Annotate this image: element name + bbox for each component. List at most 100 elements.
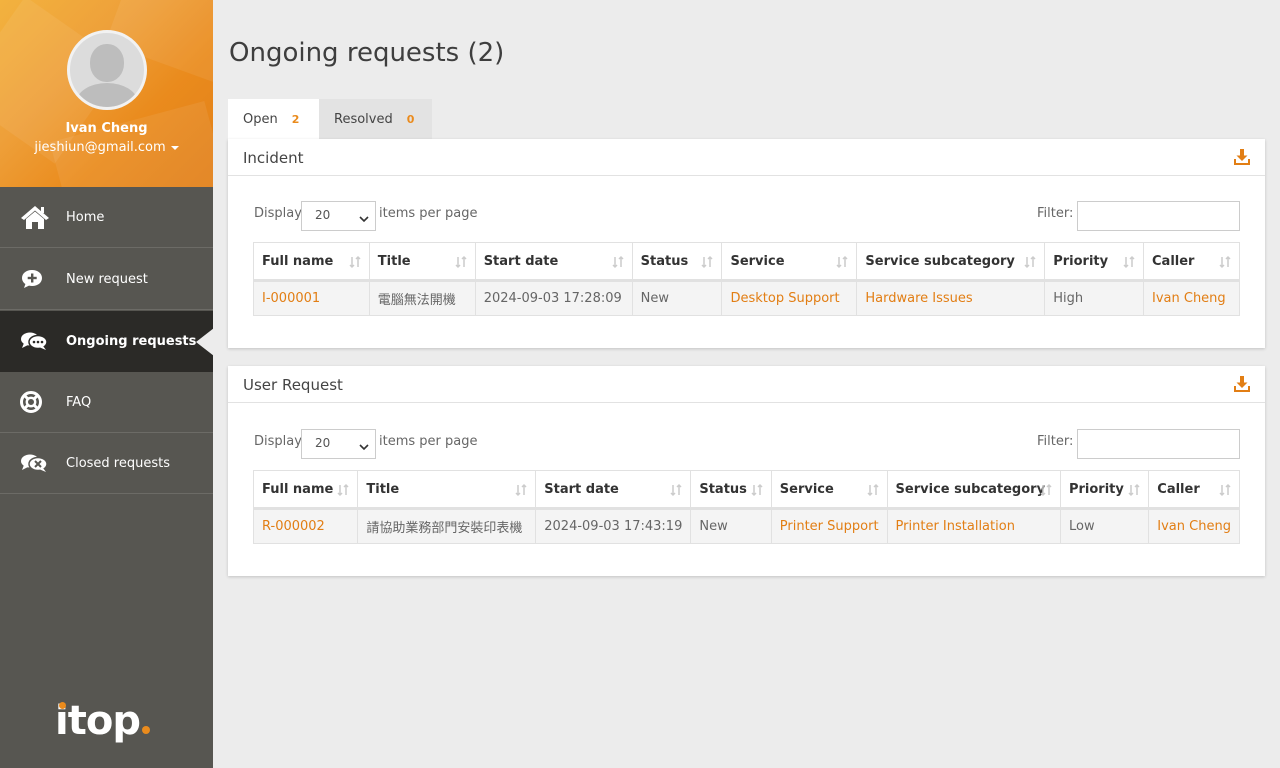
- sort-icon: [348, 255, 362, 273]
- status-tabs: Open 2 Resolved 0: [228, 99, 432, 139]
- nav-label: FAQ: [66, 394, 92, 410]
- cell-service-subcategory[interactable]: Hardware Issues: [856, 280, 1046, 316]
- column-header-start-date[interactable]: Start date: [474, 242, 633, 282]
- column-header-title[interactable]: Title: [357, 470, 537, 510]
- cell-start-date: 2024-09-03 17:43:19: [535, 508, 692, 544]
- page-size-select[interactable]: 20: [301, 201, 376, 231]
- sort-icon: [669, 483, 683, 501]
- nav-new-request[interactable]: New request: [0, 249, 213, 310]
- column-header-label: Service subcategory: [895, 481, 1046, 497]
- cell-caller[interactable]: Ivan Cheng: [1143, 280, 1240, 316]
- column-header-service-subcategory[interactable]: Service subcategory: [886, 470, 1061, 510]
- sort-icon: [835, 255, 849, 273]
- column-header-service[interactable]: Service: [770, 470, 888, 510]
- tab-label: Open: [243, 111, 278, 127]
- logo-text: itop: [55, 698, 141, 744]
- page-size-value: 20: [315, 436, 331, 450]
- download-icon[interactable]: [1233, 148, 1251, 170]
- display-label: Display: [254, 206, 302, 221]
- table-header-row: Full name Title Start date Status Servic…: [253, 242, 1240, 282]
- column-header-priority[interactable]: Priority: [1059, 470, 1150, 510]
- column-header-title[interactable]: Title: [368, 242, 476, 282]
- cell-service[interactable]: Desktop Support: [721, 280, 858, 316]
- cell-caller[interactable]: Ivan Cheng: [1148, 508, 1240, 544]
- nav-ongoing-requests[interactable]: Ongoing requests: [0, 311, 214, 372]
- sort-icon: [1218, 255, 1232, 273]
- column-header-label: Priority: [1053, 253, 1109, 269]
- cell-status: New: [690, 508, 772, 544]
- tab-open[interactable]: Open 2: [228, 99, 319, 139]
- column-header-label: Start date: [483, 253, 559, 269]
- column-header-label: Start date: [544, 481, 619, 497]
- items-per-page-label: items per page: [379, 434, 478, 449]
- home-icon: [20, 204, 66, 230]
- nav-closed-requests[interactable]: Closed requests: [0, 433, 213, 494]
- user-request-panel: User Request Display 20 items per page F…: [228, 366, 1265, 576]
- column-header-label: Caller: [1157, 481, 1200, 497]
- column-header-label: Title: [366, 481, 400, 497]
- column-header-start-date[interactable]: Start date: [535, 470, 692, 510]
- filter-input[interactable]: [1077, 429, 1240, 459]
- cell-title: 請協助業務部門安裝印表機: [357, 508, 537, 544]
- column-header-label: Title: [377, 253, 411, 269]
- nav-label: New request: [66, 271, 148, 287]
- tab-resolved[interactable]: Resolved 0: [319, 99, 432, 139]
- nav-label: Ongoing requests: [66, 333, 197, 349]
- column-header-status[interactable]: Status: [631, 242, 723, 282]
- panel-title: Incident: [243, 149, 304, 167]
- nav-home[interactable]: Home: [0, 187, 213, 248]
- incident-panel: Incident Display 20 items per page Filte…: [228, 139, 1265, 348]
- closed-requests-icon: [20, 453, 66, 473]
- faq-lifebuoy-icon: [20, 391, 66, 413]
- column-header-label: Full name: [262, 253, 334, 269]
- itop-logo: itop: [55, 698, 150, 744]
- tab-count: 0: [406, 112, 415, 126]
- cell-priority: Low: [1059, 508, 1150, 544]
- tab-count: 2: [291, 112, 300, 126]
- avatar[interactable]: [67, 30, 147, 110]
- column-header-status[interactable]: Status: [690, 470, 772, 510]
- caret-down-icon: [170, 145, 179, 150]
- logo-i-dot: [59, 702, 66, 709]
- sort-icon: [866, 483, 880, 501]
- column-header-label: Caller: [1152, 253, 1195, 269]
- download-icon[interactable]: [1233, 375, 1251, 397]
- column-header-priority[interactable]: Priority: [1044, 242, 1144, 282]
- column-header-label: Service: [779, 481, 834, 497]
- column-header-label: Service subcategory: [865, 253, 1015, 269]
- column-header-caller[interactable]: Caller: [1143, 242, 1240, 282]
- nav-faq[interactable]: FAQ: [0, 372, 213, 433]
- chevron-down-icon: [359, 440, 369, 454]
- user-menu-toggle[interactable]: jieshiun@gmail.com: [0, 140, 213, 155]
- sort-icon: [1039, 483, 1053, 501]
- column-header-label: Status: [699, 481, 747, 497]
- table-row[interactable]: I-000001 電腦無法開機 2024-09-03 17:28:09 New …: [253, 280, 1240, 316]
- sort-icon: [514, 483, 528, 501]
- column-header-label: Status: [640, 253, 689, 269]
- filter-input[interactable]: [1077, 201, 1240, 231]
- column-header-full-name[interactable]: Full name: [253, 242, 370, 282]
- column-header-full-name[interactable]: Full name: [252, 470, 359, 510]
- nav-label: Closed requests: [66, 455, 170, 471]
- sort-icon: [1127, 483, 1141, 501]
- filter-label: Filter:: [1037, 434, 1074, 449]
- tab-label: Resolved: [334, 111, 393, 127]
- sort-icon: [611, 255, 625, 273]
- page-size-select[interactable]: 20: [301, 429, 376, 459]
- cell-full-name[interactable]: R-000002: [252, 508, 359, 544]
- page-size-value: 20: [315, 208, 331, 222]
- column-header-service[interactable]: Service: [721, 242, 858, 282]
- table-header-row: Full name Title Start date Status Servic…: [252, 470, 1240, 510]
- panel-header: User Request: [228, 366, 1265, 403]
- cell-service-subcategory[interactable]: Printer Installation: [886, 508, 1061, 544]
- table-row[interactable]: R-000002 請協助業務部門安裝印表機 2024-09-03 17:43:1…: [252, 508, 1240, 544]
- cell-title: 電腦無法開機: [368, 280, 476, 316]
- cell-full-name[interactable]: I-000001: [253, 280, 370, 316]
- cell-start-date: 2024-09-03 17:28:09: [474, 280, 633, 316]
- column-header-service-subcategory[interactable]: Service subcategory: [856, 242, 1046, 282]
- column-header-caller[interactable]: Caller: [1148, 470, 1240, 510]
- items-per-page-label: items per page: [379, 206, 478, 221]
- cell-service[interactable]: Printer Support: [770, 508, 888, 544]
- sort-icon: [1023, 255, 1037, 273]
- chevron-down-icon: [359, 212, 369, 226]
